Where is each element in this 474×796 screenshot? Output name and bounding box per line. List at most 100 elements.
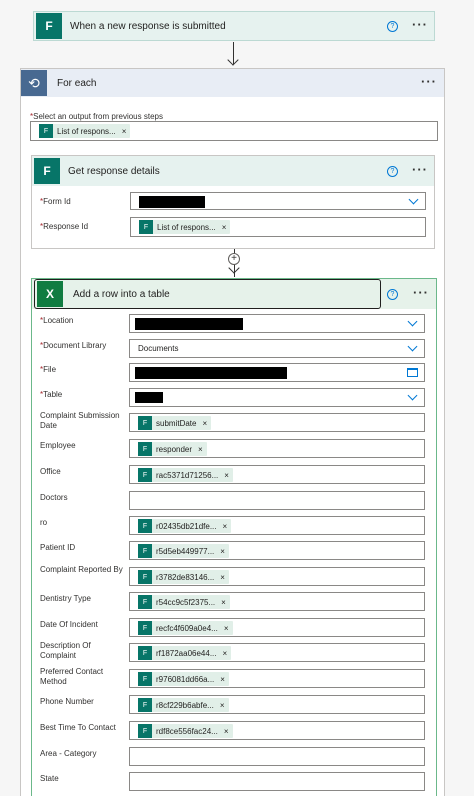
token-label: r976081dd66a... bbox=[156, 674, 215, 684]
close-icon[interactable]: × bbox=[221, 598, 226, 607]
close-icon[interactable]: × bbox=[198, 445, 203, 454]
dynamic-token[interactable]: Fr976081dd66a... × bbox=[138, 672, 229, 686]
token-label: rdf8ce556fac24... bbox=[156, 726, 218, 736]
add-row-header: X Add a row into a table bbox=[32, 279, 436, 309]
close-icon[interactable]: × bbox=[223, 522, 228, 531]
form-id-field[interactable] bbox=[130, 192, 426, 210]
close-icon[interactable]: × bbox=[220, 547, 225, 556]
more-options-icon[interactable]: ··· bbox=[421, 74, 437, 89]
field-label: Phone Number bbox=[40, 697, 128, 707]
field-label: *Document Library bbox=[40, 341, 128, 351]
dynamic-token[interactable]: Frdf8ce556fac24... × bbox=[138, 724, 233, 738]
close-icon[interactable]: × bbox=[224, 624, 229, 633]
chevron-down-icon[interactable] bbox=[407, 390, 418, 401]
close-icon[interactable]: × bbox=[223, 649, 228, 658]
help-icon[interactable]: ? bbox=[387, 289, 398, 300]
field-input[interactable]: Frac5371d71256... × bbox=[129, 465, 425, 484]
field-label: *File bbox=[40, 365, 128, 375]
redacted-block bbox=[139, 196, 205, 208]
trigger-card[interactable]: F When a new response is submitted ? ··· bbox=[33, 11, 435, 41]
token-list-of-responses[interactable]: F List of respons... × bbox=[39, 124, 131, 138]
field-input[interactable]: Fr5d5eb449977... × bbox=[129, 541, 425, 560]
more-options-icon[interactable]: ··· bbox=[412, 17, 428, 32]
token-label: r54cc9c5f2375... bbox=[156, 597, 216, 607]
field-label-text: Document Library bbox=[43, 341, 107, 350]
folder-icon[interactable] bbox=[407, 368, 418, 377]
field-input[interactable]: Fresponder × bbox=[129, 439, 425, 458]
forms-icon: F bbox=[138, 570, 152, 584]
select-output-field[interactable]: F List of respons... × bbox=[30, 121, 438, 141]
redacted-block bbox=[135, 367, 287, 379]
more-options-icon[interactable]: ··· bbox=[412, 162, 428, 177]
add-row-title: Add a row into a table bbox=[73, 288, 170, 300]
dynamic-token[interactable]: Fr5d5eb449977... × bbox=[138, 544, 229, 558]
field-input[interactable]: Frf1872aa06e44... × bbox=[129, 643, 425, 662]
loop-icon: ⟲ bbox=[21, 70, 47, 96]
chevron-down-icon[interactable] bbox=[407, 316, 418, 327]
help-icon[interactable]: ? bbox=[387, 21, 398, 32]
field-input[interactable]: Fr8cf229b6abfe... × bbox=[129, 695, 425, 714]
field-input[interactable]: Fr3782de83146... × bbox=[129, 567, 425, 586]
dynamic-token[interactable]: Fr54cc9c5f2375... × bbox=[138, 595, 230, 609]
field-input[interactable] bbox=[129, 747, 425, 766]
field-input[interactable] bbox=[129, 363, 425, 382]
field-input[interactable]: Frdf8ce556fac24... × bbox=[129, 721, 425, 740]
foreach-card[interactable]: ⟲ For each ··· *Select an output from pr… bbox=[20, 68, 445, 796]
field-label-text: Table bbox=[43, 390, 63, 399]
token-label: r3782de83146... bbox=[156, 572, 215, 582]
field-label-text: Dentistry Type bbox=[40, 594, 91, 603]
field-label: Employee bbox=[40, 441, 128, 451]
close-icon[interactable]: × bbox=[222, 223, 227, 232]
field-input[interactable]: Fr02435db21dfe... × bbox=[129, 516, 425, 535]
foreach-title: For each bbox=[57, 77, 97, 89]
forms-icon: F bbox=[138, 442, 152, 456]
more-options-icon[interactable]: ··· bbox=[413, 285, 429, 300]
help-icon[interactable]: ? bbox=[387, 166, 398, 177]
field-label-text: Doctors bbox=[40, 493, 68, 502]
get-details-card[interactable]: F Get response details ? ··· *Form Id *R… bbox=[31, 155, 435, 249]
close-icon[interactable]: × bbox=[220, 573, 225, 582]
close-icon[interactable]: × bbox=[202, 419, 207, 428]
close-icon[interactable]: × bbox=[224, 471, 229, 480]
close-icon[interactable]: × bbox=[220, 701, 225, 710]
token-list-of-responses[interactable]: F List of respons... × bbox=[139, 220, 231, 234]
response-id-field[interactable]: F List of respons... × bbox=[130, 217, 426, 237]
field-input[interactable]: Fr54cc9c5f2375... × bbox=[129, 592, 425, 611]
chevron-down-icon[interactable] bbox=[407, 341, 418, 352]
dynamic-token[interactable]: Frecfc4f609a0e4... × bbox=[138, 621, 233, 635]
dynamic-token[interactable]: Fr8cf229b6abfe... × bbox=[138, 698, 229, 712]
dynamic-token[interactable]: Fresponder × bbox=[138, 442, 207, 456]
field-label-text: Description Of Complaint bbox=[40, 641, 91, 660]
field-input[interactable]: FsubmitDate × bbox=[129, 413, 425, 432]
field-input[interactable] bbox=[129, 314, 425, 333]
field-input[interactable] bbox=[129, 388, 425, 407]
dynamic-token[interactable]: Frac5371d71256... × bbox=[138, 468, 233, 482]
dynamic-token[interactable]: Fr3782de83146... × bbox=[138, 570, 229, 584]
field-label: Patient ID bbox=[40, 543, 128, 553]
close-icon[interactable]: × bbox=[220, 675, 225, 684]
close-icon[interactable]: × bbox=[224, 727, 229, 736]
forms-icon: F bbox=[138, 698, 152, 712]
dynamic-token[interactable]: FsubmitDate × bbox=[138, 416, 212, 430]
field-label: Complaint Submission Date bbox=[40, 411, 128, 431]
field-label: State bbox=[40, 774, 128, 784]
forms-icon: F bbox=[138, 416, 152, 430]
field-input[interactable]: Frecfc4f609a0e4... × bbox=[129, 618, 425, 637]
dynamic-token[interactable]: Fr02435db21dfe... × bbox=[138, 519, 232, 533]
field-value: Documents bbox=[138, 344, 179, 353]
field-input[interactable]: Documents bbox=[129, 339, 425, 358]
forms-icon: F bbox=[138, 724, 152, 738]
chevron-down-icon[interactable] bbox=[408, 194, 419, 205]
add-row-card[interactable]: X Add a row into a table ? ··· *Location… bbox=[31, 278, 437, 796]
dynamic-token[interactable]: Frf1872aa06e44... × bbox=[138, 646, 232, 660]
token-label: recfc4f609a0e4... bbox=[156, 623, 218, 633]
field-label: Best Time To Contact bbox=[40, 723, 128, 733]
field-label-text: Preferred Contact Method bbox=[40, 667, 104, 686]
field-input[interactable] bbox=[129, 772, 425, 791]
field-input[interactable]: Fr976081dd66a... × bbox=[129, 669, 425, 688]
close-icon[interactable]: × bbox=[122, 127, 127, 136]
field-label-text: State bbox=[40, 774, 59, 783]
foreach-header: ⟲ For each bbox=[21, 69, 444, 97]
form-id-label: *Form Id bbox=[40, 197, 71, 206]
field-input[interactable] bbox=[129, 491, 425, 510]
